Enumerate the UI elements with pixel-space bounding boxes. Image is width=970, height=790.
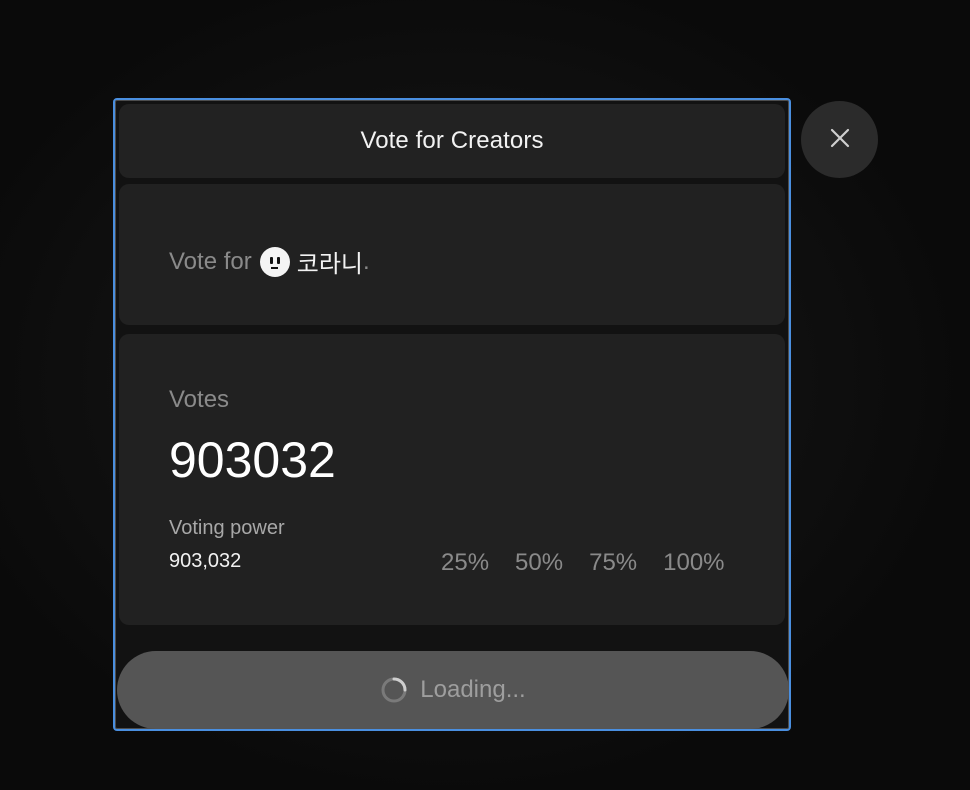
percent-buttons: 25% 50% 75% 100% [441,549,725,577]
vote-for-suffix: . [362,247,370,275]
smiley-face-icon [259,246,290,277]
vote-submit-label: Loading... [420,676,526,703]
vote-target-line: Vote for 코라니 . [169,244,370,279]
votes-label: Votes [169,386,230,413]
percent-100-button[interactable]: 100% [663,549,724,577]
close-icon [829,127,851,152]
modal-title: Vote for Creators [360,127,544,154]
spinner-icon [380,676,408,704]
vote-modal: Vote for Creators Vote for 코라니 . Votes 9… [113,98,791,731]
percent-25-button[interactable]: 25% [441,549,489,577]
votes-input[interactable]: 903032 [169,431,336,489]
close-button[interactable] [801,101,878,178]
creator-name: 코라니 [296,251,363,278]
voting-power-label: Voting power [169,517,285,539]
vote-for-prefix: Vote for [169,247,252,275]
vote-submit-button[interactable]: Loading... [117,651,789,729]
modal-header: Vote for Creators [119,104,785,178]
percent-75-button[interactable]: 75% [589,549,637,577]
voting-power-value: 903,032 [169,550,242,572]
percent-50-button[interactable]: 50% [515,549,563,577]
votes-card: Votes 903032 Voting power 903,032 25% 50… [119,334,785,625]
vote-target-card: Vote for 코라니 . [119,184,785,325]
